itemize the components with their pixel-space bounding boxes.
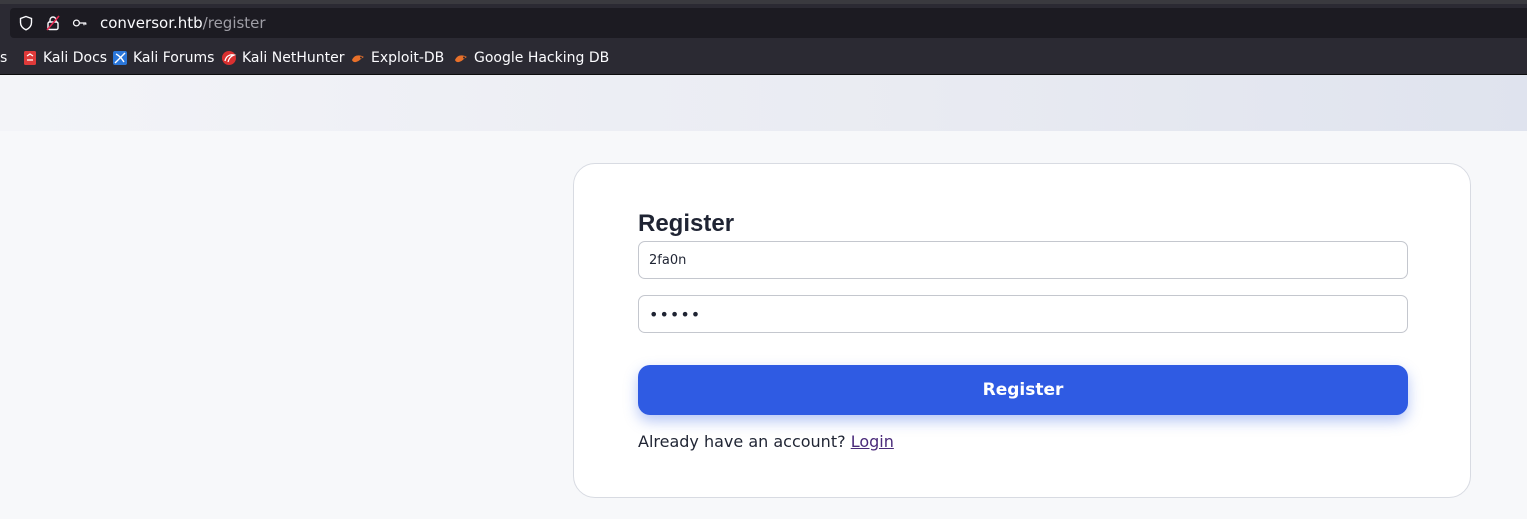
bookmark-label: Kali Docs	[43, 50, 108, 66]
bookmark-google-hacking-db[interactable]: Google Hacking DB	[453, 49, 609, 67]
password-input[interactable]	[638, 295, 1408, 333]
kali-forums-icon	[112, 50, 128, 66]
bookmark-kali-nethunter[interactable]: Kali NetHunter	[221, 49, 344, 67]
bookmark-truncated[interactable]: s	[0, 49, 7, 67]
bookmark-label: Kali Forums	[133, 50, 215, 66]
shield-icon[interactable]	[18, 15, 34, 31]
kali-nethunter-icon	[221, 50, 237, 66]
url-text[interactable]: conversor.htb/register	[100, 13, 266, 33]
page-header-banner	[0, 75, 1527, 131]
username-input[interactable]	[638, 241, 1408, 279]
url-host: conversor.htb	[100, 14, 203, 32]
login-link[interactable]: Login	[851, 432, 894, 451]
login-prompt-text: Already have an account?	[638, 432, 846, 451]
exploit-db-icon	[350, 50, 366, 66]
bookmark-exploit-db[interactable]: Exploit-DB	[350, 49, 444, 67]
url-path: /register	[202, 14, 266, 32]
key-icon[interactable]	[72, 15, 88, 31]
kali-docs-icon	[22, 50, 38, 66]
browser-toolbar: conversor.htb/register	[0, 4, 1527, 42]
bookmark-label: Google Hacking DB	[474, 50, 610, 66]
page-title: Register	[638, 210, 735, 237]
url-bar[interactable]: conversor.htb/register	[10, 8, 1527, 38]
bookmark-kali-forums[interactable]: Kali Forums	[112, 49, 214, 67]
lock-insecure-icon[interactable]	[45, 15, 61, 31]
register-card: Register Register Already have an accoun…	[573, 163, 1471, 498]
bookmark-label: s	[0, 50, 8, 66]
bookmark-kali-docs[interactable]: Kali Docs	[22, 49, 107, 67]
ghdb-icon	[453, 50, 469, 66]
bookmarks-toolbar: s Kali Docs Kali Forums Kali NetHunter E…	[0, 42, 1527, 75]
bookmark-label: Exploit-DB	[371, 50, 445, 66]
register-button[interactable]: Register	[638, 365, 1408, 415]
login-prompt: Already have an account? Login	[638, 432, 894, 451]
bookmark-label: Kali NetHunter	[242, 50, 345, 66]
